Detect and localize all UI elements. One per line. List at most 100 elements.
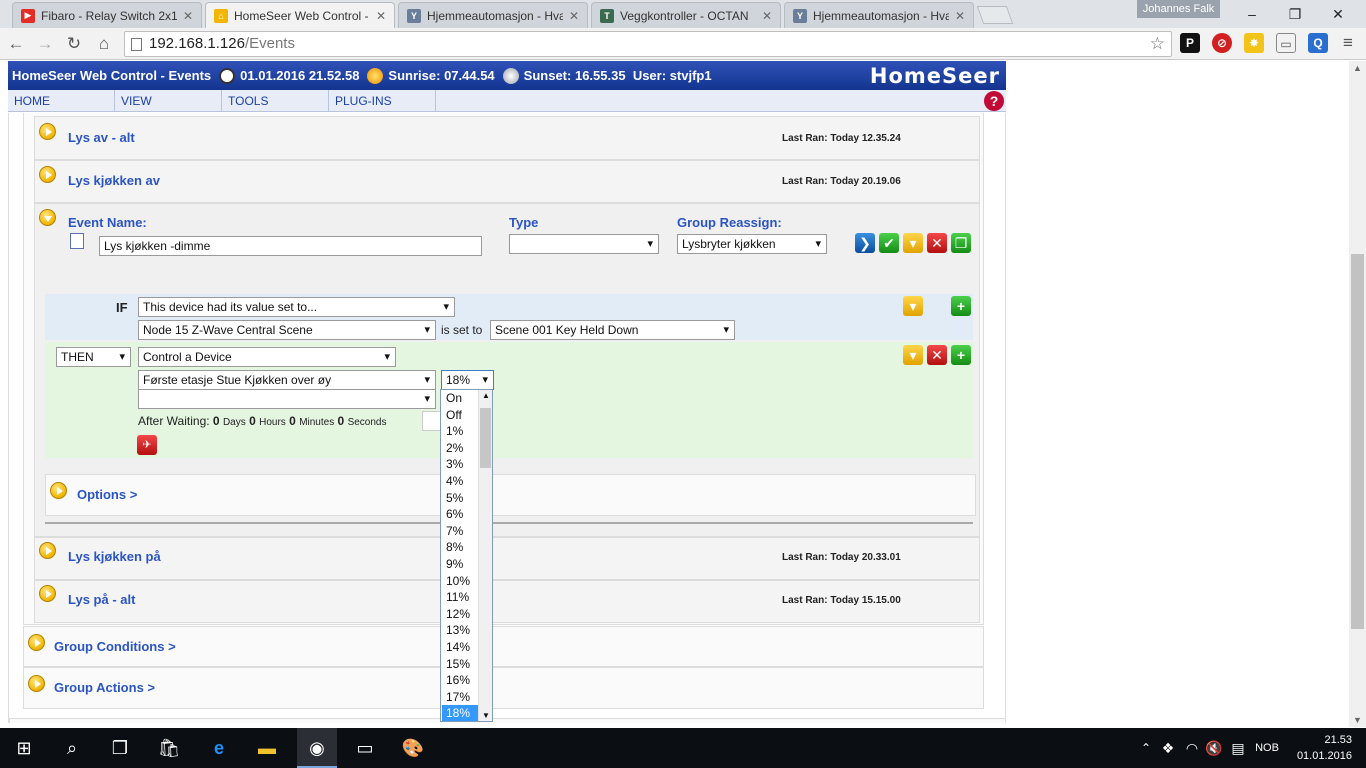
if-value-select[interactable]: Scene 001 Key Held Down — [490, 320, 735, 340]
edge-icon[interactable]: e — [207, 736, 231, 760]
help-icon[interactable]: ? — [984, 91, 1004, 111]
dropdown-scrollbar[interactable]: ▲ ▼ — [478, 390, 492, 721]
dropdown-option[interactable]: 4% — [442, 473, 478, 490]
dropdown-option[interactable]: Off — [442, 407, 478, 424]
dropdown-option[interactable]: 1% — [442, 423, 478, 440]
action-extra-select[interactable] — [138, 389, 436, 409]
event-notes-icon[interactable] — [70, 233, 84, 249]
delete-action-icon[interactable]: ✕ — [927, 345, 947, 365]
home-icon[interactable]: ⌂ — [93, 33, 115, 55]
scroll-up-icon[interactable]: ▲ — [1353, 63, 1362, 73]
move-down-icon[interactable]: ▾ — [903, 233, 923, 253]
dropdown-option[interactable]: 18% — [442, 705, 478, 721]
browser-tab[interactable]: T Veggkontroller - OCTAN ✕ — [591, 2, 781, 28]
event-name[interactable]: Lys kjøkken på — [68, 549, 161, 564]
group-actions-link[interactable]: Group Actions > — [54, 680, 155, 695]
extension-q-icon[interactable]: Q — [1308, 33, 1328, 53]
dropdown-option[interactable]: 14% — [442, 639, 478, 656]
minutes-value[interactable]: 0 — [289, 414, 296, 428]
copy-event-icon[interactable]: ❐ — [951, 233, 971, 253]
profile-badge[interactable]: Johannes Falk — [1137, 0, 1220, 18]
menu-tools[interactable]: TOOLS — [222, 90, 329, 112]
browser-tab-active[interactable]: ⌂ HomeSeer Web Control - E ✕ — [205, 2, 395, 29]
days-value[interactable]: 0 — [213, 414, 220, 428]
notifications-icon[interactable]: ▤ — [1226, 736, 1250, 760]
volume-muted-icon[interactable]: 🔇 — [1202, 736, 1226, 760]
event-name[interactable]: Lys kjøkken av — [68, 173, 160, 188]
dropdown-option[interactable]: 16% — [442, 672, 478, 689]
dropdown-option[interactable]: 15% — [442, 656, 478, 673]
delete-icon[interactable]: ✕ — [927, 233, 947, 253]
hours-value[interactable]: 0 — [249, 414, 256, 428]
new-tab-button[interactable] — [976, 6, 1014, 24]
collapse-icon[interactable] — [39, 209, 56, 226]
add-trigger-icon[interactable]: + — [951, 296, 971, 316]
close-tab-icon[interactable]: ✕ — [183, 9, 193, 23]
dropdown-option[interactable]: 8% — [442, 539, 478, 556]
action-type-select[interactable]: Control a Device — [138, 347, 396, 367]
dropbox-icon[interactable]: ❖ — [1156, 736, 1180, 760]
expand-icon[interactable] — [39, 123, 56, 140]
dropdown-option[interactable]: 3% — [442, 456, 478, 473]
browser-menu-icon[interactable]: ≡ — [1338, 33, 1358, 53]
search-icon[interactable]: ⌕ — [60, 736, 84, 760]
maximize-icon[interactable]: ❐ — [1280, 4, 1310, 24]
event-name[interactable]: Lys på - alt — [68, 592, 135, 607]
dropdown-option[interactable]: 6% — [442, 506, 478, 523]
bookmark-star-icon[interactable]: ☆ — [1150, 32, 1165, 56]
edit-wait-icon[interactable] — [422, 411, 442, 431]
close-window-icon[interactable]: ✕ — [1323, 4, 1353, 24]
address-bar[interactable]: 192.168.1.126/Events ☆ — [124, 31, 1172, 57]
run-event-icon[interactable]: ❯ — [855, 233, 875, 253]
browser-tab[interactable]: ▶ Fibaro - Relay Switch 2x1,5 ✕ — [12, 2, 202, 28]
menu-view[interactable]: VIEW — [115, 90, 222, 112]
if-device-select[interactable]: Node 15 Z-Wave Central Scene — [138, 320, 436, 340]
expand-icon[interactable] — [28, 675, 45, 692]
cast-icon[interactable]: ▭ — [1276, 33, 1296, 53]
value-dropdown-list[interactable]: On Off 1% 2% 3% 4% 5% 6% 7% 8% 9% 10% 11% 12% 13% 14% 15… — [440, 389, 493, 722]
menu-plugins[interactable]: PLUG-INS — [329, 90, 436, 112]
dropdown-option[interactable]: 12% — [442, 606, 478, 623]
options-link[interactable]: Options > — [77, 487, 137, 502]
event-name[interactable]: Lys av - alt — [68, 130, 135, 145]
action-move-icon[interactable]: ▾ — [903, 345, 923, 365]
expand-icon[interactable] — [50, 482, 67, 499]
store-icon[interactable]: 🛍 — [157, 736, 181, 760]
close-tab-icon[interactable]: ✕ — [569, 9, 579, 23]
dropdown-option[interactable]: 7% — [442, 523, 478, 540]
task-view-icon[interactable]: ❐ — [108, 736, 132, 760]
dropdown-option[interactable]: 17% — [442, 689, 478, 706]
trigger-move-icon[interactable]: ▾ — [903, 296, 923, 316]
extension-p-icon[interactable]: P — [1180, 33, 1200, 53]
forward-icon[interactable]: → — [34, 33, 56, 55]
action-value-select[interactable]: 18% — [441, 370, 494, 390]
event-name-input[interactable]: Lys kjøkken -dimme — [99, 236, 482, 256]
language-indicator[interactable]: NOB — [1252, 736, 1282, 760]
add-action-icon[interactable]: + — [951, 345, 971, 365]
page-scrollbar[interactable]: ▲ ▼ — [1349, 61, 1366, 727]
extension-star-icon[interactable]: ✸ — [1244, 33, 1264, 53]
chrome-icon[interactable]: ◉ — [297, 728, 337, 768]
expand-icon[interactable] — [39, 166, 56, 183]
paint-icon[interactable]: 🎨 — [401, 736, 425, 760]
scroll-down-icon[interactable]: ▼ — [1353, 715, 1362, 725]
close-tab-icon[interactable]: ✕ — [762, 9, 772, 23]
show-hidden-icons[interactable]: ⌃ — [1134, 736, 1158, 760]
taskbar-clock[interactable]: 21.53 01.01.2016 — [1297, 732, 1352, 764]
close-tab-icon[interactable]: ✕ — [376, 9, 386, 23]
scroll-down-icon[interactable]: ▼ — [482, 711, 490, 720]
dropdown-option[interactable]: 9% — [442, 556, 478, 573]
close-tab-icon[interactable]: ✕ — [955, 9, 965, 23]
dropdown-option[interactable]: On — [442, 390, 478, 407]
seconds-value[interactable]: 0 — [338, 414, 345, 428]
minimize-icon[interactable]: – — [1237, 4, 1267, 24]
browser-tab[interactable]: Y Hjemmeautomasjon - Hva ✕ — [784, 2, 974, 28]
wifi-icon[interactable]: ◠ — [1180, 736, 1204, 760]
group-conditions-link[interactable]: Group Conditions > — [54, 639, 176, 654]
dropdown-option[interactable]: 10% — [442, 573, 478, 590]
group-reassign-select[interactable]: Lysbryter kjøkken — [677, 234, 827, 254]
browser-tab[interactable]: Y Hjemmeautomasjon - Hva ✕ — [398, 2, 588, 28]
type-select[interactable] — [509, 234, 659, 254]
delay-plane-icon[interactable]: ✈ — [137, 435, 157, 455]
action-device-select[interactable]: Første etasje Stue Kjøkken over øy — [138, 370, 436, 390]
